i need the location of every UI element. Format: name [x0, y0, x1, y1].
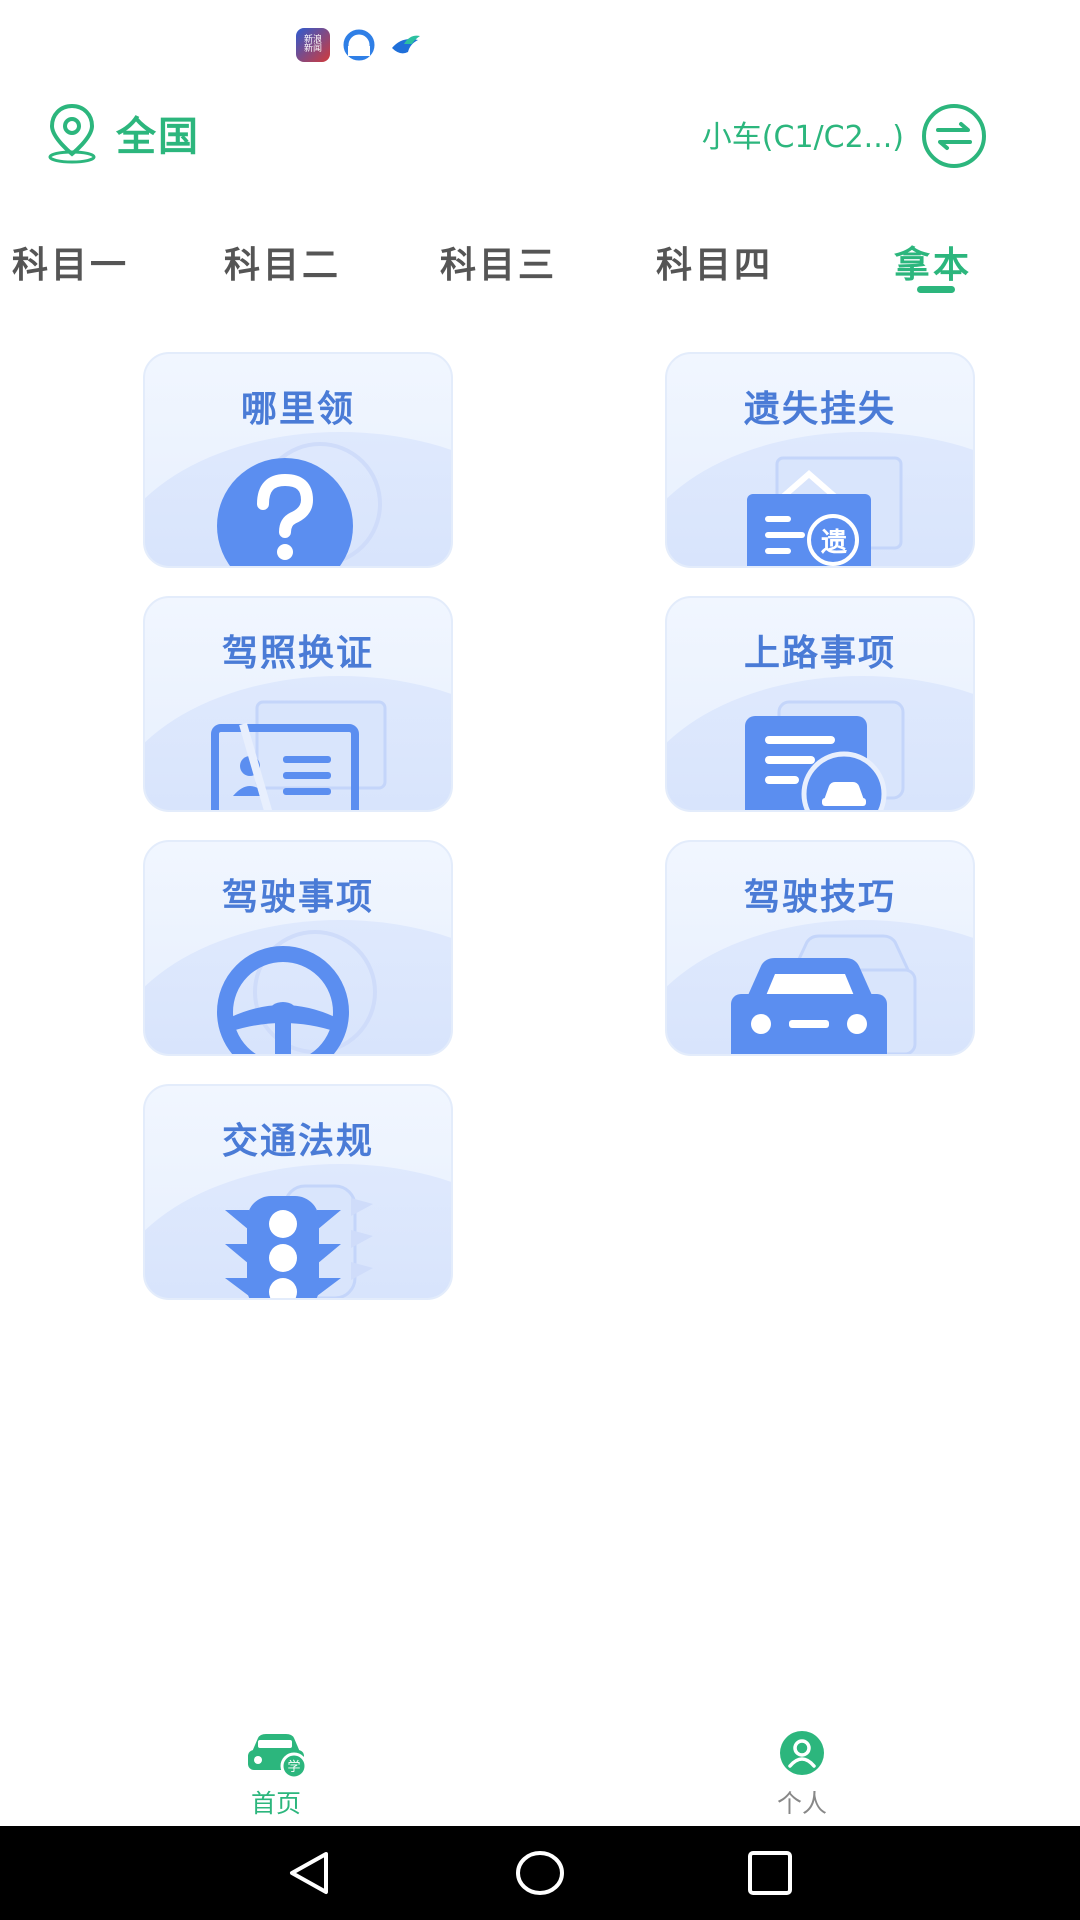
tab-get-license[interactable]: 拿本 — [894, 236, 972, 288]
nav-me-label: 个人 — [776, 1789, 827, 1818]
back-icon[interactable] — [282, 1848, 338, 1898]
car-study-icon: 学 — [248, 1734, 308, 1780]
system-navigation-bar — [0, 1826, 1080, 1920]
sina-news-icon: 新浪 新闻 — [296, 28, 330, 62]
card-title: 驾照换证 — [221, 633, 374, 674]
car-type-label[interactable]: 小车(C1/C2...) — [702, 112, 904, 156]
tab-subject-three[interactable]: 科目三 — [440, 236, 557, 288]
bottom-navigation: 学 首页 个人 — [0, 1716, 1080, 1826]
nav-me[interactable]: 个人 — [742, 1728, 862, 1820]
card-title: 交通法规 — [221, 1121, 374, 1162]
active-tab-indicator — [917, 286, 955, 293]
lost-stamp-text: 遗 — [820, 528, 847, 558]
person-icon — [780, 1731, 824, 1775]
card-title: 驾驶事项 — [221, 877, 374, 918]
card-title: 上路事项 — [743, 633, 896, 674]
card-lost-report[interactable]: 遗 遗失挂失 — [665, 352, 975, 568]
browser-icon — [343, 29, 375, 61]
status-bar: 新浪 新闻 — [0, 0, 1080, 86]
bird-app-icon — [392, 35, 420, 54]
location-label[interactable]: 全国 — [116, 104, 200, 162]
card-title: 哪里领 — [240, 389, 355, 430]
tab-subject-one[interactable]: 科目一 — [12, 236, 129, 288]
nav-home[interactable]: 学 首页 — [216, 1728, 336, 1820]
header: 全国 小车(C1/C2...) — [0, 96, 1080, 176]
nav-home-label: 首页 — [250, 1789, 301, 1818]
location-pin-icon[interactable] — [44, 102, 100, 164]
tab-subject-two[interactable]: 科目二 — [224, 236, 341, 288]
card-driving-skills[interactable]: 驾驶技巧 — [665, 840, 975, 1056]
card-title: 遗失挂失 — [743, 389, 896, 430]
card-driving-matters[interactable]: 驾驶事项 — [143, 840, 453, 1056]
card-road-matters[interactable]: 上路事项 — [665, 596, 975, 812]
home-badge-text: 学 — [287, 1759, 300, 1775]
notification-icons: 新浪 新闻 — [296, 28, 424, 62]
swap-arrows-icon — [936, 122, 972, 150]
home-circle-icon[interactable] — [512, 1848, 568, 1898]
card-title: 驾驶技巧 — [743, 877, 896, 918]
switch-car-type-button[interactable] — [922, 104, 986, 168]
recents-icon[interactable] — [742, 1848, 798, 1898]
subject-tabs: 科目一 科目二 科目三 科目四 拿本 — [0, 230, 1080, 300]
tab-subject-four[interactable]: 科目四 — [656, 236, 773, 288]
card-where-to-collect[interactable]: 哪里领 — [143, 352, 453, 568]
card-traffic-laws[interactable]: 交通法规 — [143, 1084, 453, 1300]
card-license-renewal[interactable]: 驾照换证 — [143, 596, 453, 812]
news-icon-text: 新浪 新闻 — [303, 35, 322, 54]
